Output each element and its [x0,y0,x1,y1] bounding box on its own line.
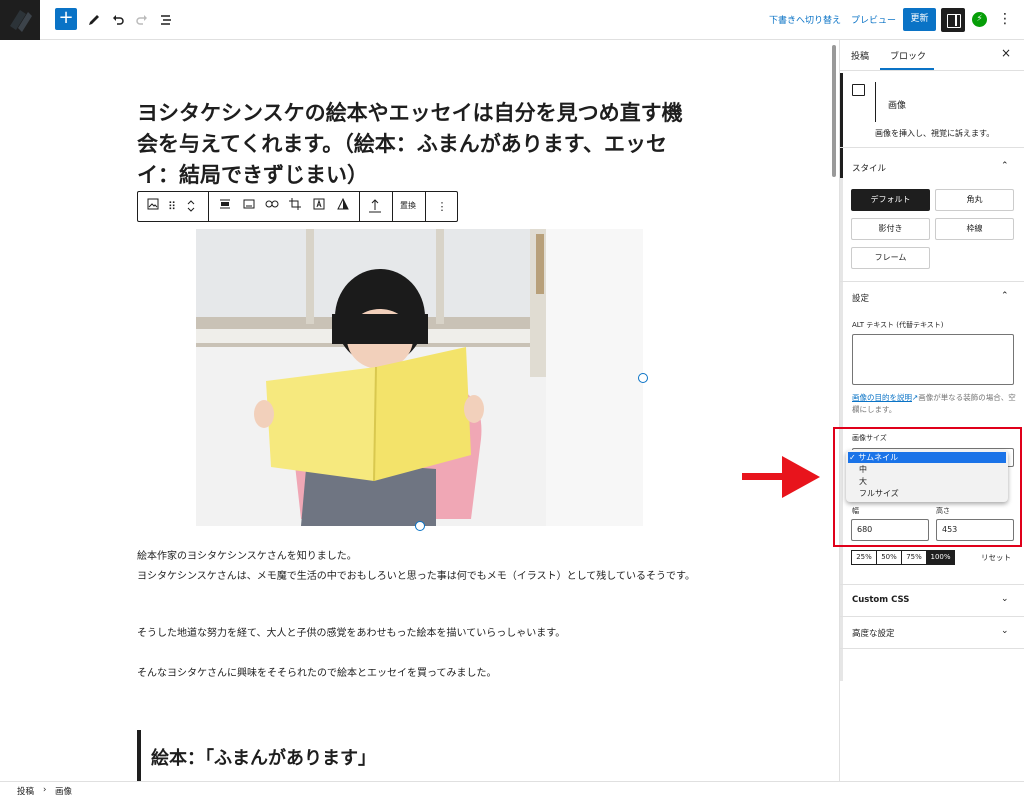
site-logo-button[interactable] [0,0,40,40]
preview-button[interactable]: プレビュー [851,13,896,26]
redo-icon [136,15,147,25]
jetpack-icon[interactable]: ⚡ [972,12,987,27]
style-shadow-button[interactable]: 影付き [851,218,930,240]
editor-top-bar: + 下書きへ切り替え プレビュー 更新 ⚡ ⋮ [0,0,1024,40]
text-overlay-icon[interactable] [310,198,328,216]
chevron-up-icon[interactable]: ⌃ [1001,291,1009,301]
paragraph-block[interactable]: ヨシタケシンスケさんは、メモ魔で生活の中でおもしろいと思った事は何でもメモ（イラ… [137,568,702,586]
block-options-icon[interactable]: ⋮ [433,198,451,216]
section-divider [840,147,1024,148]
tab-post[interactable]: 投稿 [851,49,869,62]
drag-handle-icon[interactable]: ⠿ [163,198,181,216]
heading-block[interactable]: 絵本：「ふまんがあります」 [151,744,376,770]
pen-icon [89,15,99,25]
red-arrow-icon [742,456,820,498]
block-card-divider [875,82,876,122]
styles-panel-title[interactable]: スタイル [852,162,886,174]
paragraph-block[interactable]: 絵本作家のヨシタケシンスケさんを知りました。 [137,548,702,566]
paragraph-block[interactable]: そうした地道な努力を経て、大人と子供の感覚をあわせもった絵本を描いていらっしゃい… [137,625,702,643]
list-view-icon [161,15,171,25]
duotone-icon[interactable] [334,197,352,216]
percent-100-button[interactable]: 100% [927,551,954,564]
alt-text-field[interactable] [852,334,1014,385]
add-block-button[interactable]: + [55,8,77,30]
custom-css-panel-title[interactable]: Custom CSS [852,595,909,605]
image-block-toolbar: ⠿ 置換 ⋮ [137,191,458,222]
toolbar-divider [425,192,426,221]
percent-75-button[interactable]: 75% [902,551,927,564]
style-rounded-button[interactable]: 角丸 [935,189,1014,211]
editor-scrollbar[interactable] [832,45,836,177]
block-card-title: 画像 [888,101,907,111]
image-block-icon[interactable] [144,198,162,216]
image-block[interactable] [196,229,643,526]
reset-button[interactable]: リセット [981,552,1011,563]
undo-icon [113,15,124,25]
section-divider [840,281,1024,282]
options-menu-icon[interactable]: ⋮ [998,10,1012,28]
section-divider [840,648,1024,649]
chevron-up-icon[interactable]: ⌃ [1001,161,1009,171]
resize-handle-bottom[interactable] [415,521,425,531]
active-tab-indicator [880,68,934,70]
site-logo-icon [10,10,32,32]
section-divider [840,584,1024,585]
breadcrumb-separator: › [43,785,47,795]
close-icon[interactable]: × [1001,46,1011,60]
tools-pen-button[interactable] [82,8,106,32]
document-overview-button[interactable] [154,8,178,32]
settings-panel-toggle-icon[interactable] [941,8,965,32]
sidebar-scrollbar[interactable] [840,73,843,681]
resize-height-icon[interactable] [366,198,384,216]
undo-button[interactable] [106,8,130,32]
tab-block[interactable]: ブロック [890,49,926,62]
link-icon[interactable] [263,198,281,216]
group-border [137,730,141,781]
alt-purpose-link[interactable]: 画像の目的を説明 [852,393,912,402]
breadcrumb-item-image[interactable]: 画像 [55,785,72,797]
crop-icon[interactable] [286,198,304,216]
settings-sidebar: 投稿 ブロック × 画像 画像を挿入し、視覚に訴えます。 スタイル ⌃ デフォル… [839,40,1024,781]
block-card-description: 画像を挿入し、視覚に訴えます。 [875,129,995,138]
style-border-button[interactable]: 枠線 [935,218,1014,240]
paragraph-block[interactable]: そんなヨシタケさんに興味をそそられたので絵本とエッセイを買ってみました。 [137,665,702,683]
replace-button[interactable]: 置換 [400,200,416,211]
switch-to-draft-button[interactable]: 下書きへ切り替え [769,13,841,26]
breadcrumb: 投稿 › 画像 [0,781,1024,798]
move-up-down-icon[interactable] [182,198,200,216]
settings-panel-title[interactable]: 設定 [852,292,869,304]
toolbar-divider [392,192,393,221]
resize-handle-right[interactable] [638,373,648,383]
highlight-box [833,427,1022,547]
chevron-down-icon[interactable]: ⌄ [1001,626,1009,636]
sidebar-tabs: 投稿 ブロック × [840,40,1024,71]
section-divider [840,616,1024,617]
align-icon[interactable] [216,198,234,216]
advanced-panel-title[interactable]: 高度な設定 [852,627,895,639]
caption-icon[interactable] [240,198,258,216]
toolbar-divider [208,192,209,221]
child-reading-photo [196,229,643,526]
chevron-down-icon[interactable]: ⌄ [1001,594,1009,604]
update-button[interactable]: 更新 [903,8,936,31]
percent-25-button[interactable]: 25% [852,551,877,564]
toolbar-divider [359,192,360,221]
alt-text-label: ALT テキスト (代替テキスト) [852,321,944,329]
style-default-button[interactable]: デフォルト [851,189,930,211]
image-block-icon [852,84,865,96]
percent-50-button[interactable]: 50% [877,551,902,564]
percentage-buttons: 25% 50% 75% 100% [851,550,955,565]
alt-text-help: 画像の目的を説明↗画像が単なる装飾の場合、空欄にします。 [852,393,1016,414]
breadcrumb-item-post[interactable]: 投稿 [17,785,34,797]
post-title[interactable]: ヨシタケシンスケの絵本やエッセイは自分を見つめ直す機会を与えてくれます。（絵本：… [137,98,697,191]
redo-button[interactable] [130,8,154,32]
style-frame-button[interactable]: フレーム [851,247,930,269]
